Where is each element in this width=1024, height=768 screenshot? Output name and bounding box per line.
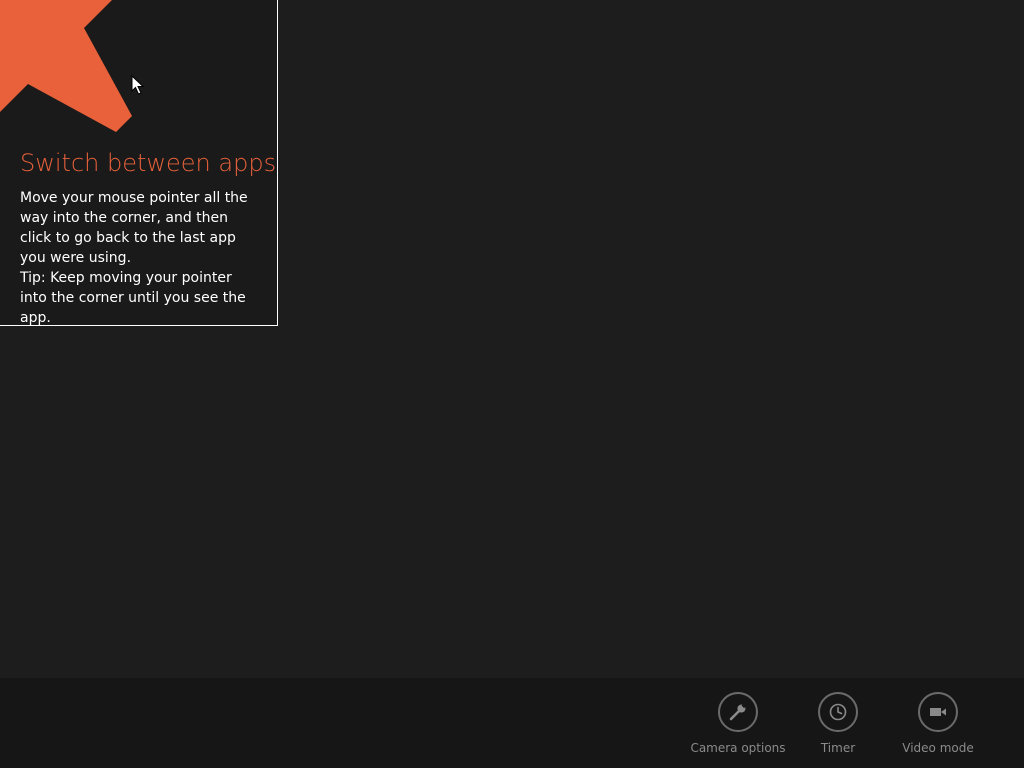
- camera-options-label: Camera options: [690, 741, 786, 755]
- wrench-icon: [729, 704, 746, 721]
- app-bar: Camera options Timer Video mode: [0, 678, 1024, 768]
- camera-options-button[interactable]: Camera options: [688, 692, 788, 756]
- switch-apps-tip-panel: Switch between apps Move your mouse poin…: [0, 0, 278, 326]
- mouse-pointer-icon: [131, 75, 145, 95]
- video-mode-button[interactable]: Video mode: [888, 692, 988, 756]
- video-mode-label: Video mode: [902, 741, 974, 755]
- tip-instruction: Move your mouse pointer all the way into…: [20, 190, 248, 266]
- tip-hint: Tip: Keep moving your pointer into the c…: [20, 270, 246, 326]
- timer-label: Timer: [820, 741, 856, 755]
- tip-title: Switch between apps: [20, 149, 277, 177]
- arrow-up-left-icon: [0, 0, 132, 132]
- tip-body: Move your mouse pointer all the way into…: [20, 188, 260, 326]
- camera-options-circle: [718, 692, 758, 732]
- clock-icon: [829, 703, 847, 721]
- timer-circle: [818, 692, 858, 732]
- video-mode-circle: [918, 692, 958, 732]
- video-camera-icon: [930, 708, 946, 716]
- camera-app-screen: a Switch between apps Move your mouse po…: [0, 0, 1024, 768]
- timer-button[interactable]: Timer: [788, 692, 888, 756]
